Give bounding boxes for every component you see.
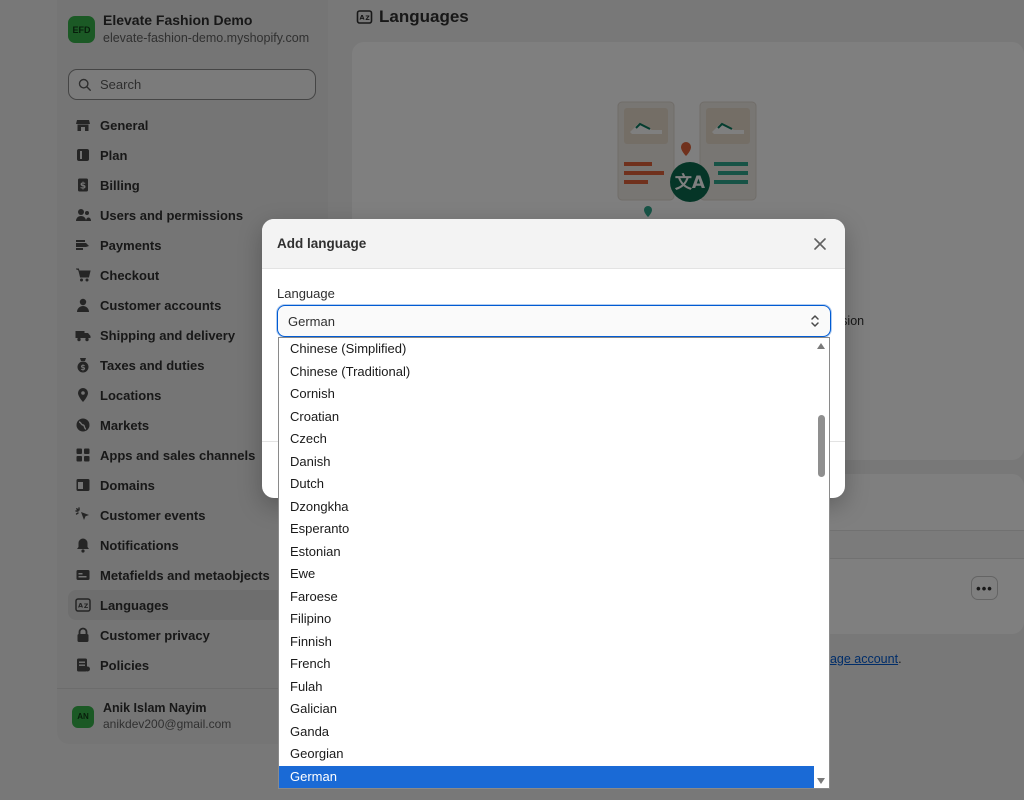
language-option[interactable]: Czech [279, 428, 816, 451]
language-option[interactable]: Filipino [279, 608, 816, 631]
language-options-list: Chinese (Simplified) Chinese (Traditiona… [278, 337, 830, 789]
dropdown-scrollbar[interactable] [814, 338, 829, 788]
language-option[interactable]: French [279, 653, 816, 676]
language-option[interactable]: Galician [279, 698, 816, 721]
language-field-label: Language [277, 286, 335, 301]
language-option[interactable]: Danish [279, 451, 816, 474]
modal-title: Add language [277, 236, 367, 251]
language-select[interactable]: German [277, 305, 831, 337]
language-option[interactable]: Ewe [279, 563, 816, 586]
language-option[interactable]: Faroese [279, 586, 816, 609]
scroll-down-icon[interactable] [817, 778, 825, 784]
scroll-thumb[interactable] [818, 415, 825, 477]
language-select-value: German [288, 313, 335, 329]
language-option[interactable]: Finnish [279, 631, 816, 654]
language-option[interactable]: Croatian [279, 406, 816, 429]
language-option[interactable]: Chinese (Simplified) [279, 338, 816, 361]
language-option[interactable]: Ganda [279, 721, 816, 744]
language-option[interactable]: Dutch [279, 473, 816, 496]
close-icon[interactable] [810, 234, 830, 254]
select-chevron-icon [811, 315, 819, 327]
language-option[interactable]: Chinese (Traditional) [279, 361, 816, 384]
language-option[interactable]: Fulah [279, 676, 816, 699]
language-option-selected[interactable]: German [279, 765, 816, 788]
modal-header: Add language [262, 219, 845, 269]
language-option[interactable]: Georgian [279, 743, 816, 766]
language-option[interactable]: Esperanto [279, 518, 816, 541]
scroll-up-icon[interactable] [817, 343, 825, 349]
language-option[interactable]: Cornish [279, 383, 816, 406]
language-option[interactable]: Estonian [279, 541, 816, 564]
language-option[interactable]: Dzongkha [279, 496, 816, 519]
